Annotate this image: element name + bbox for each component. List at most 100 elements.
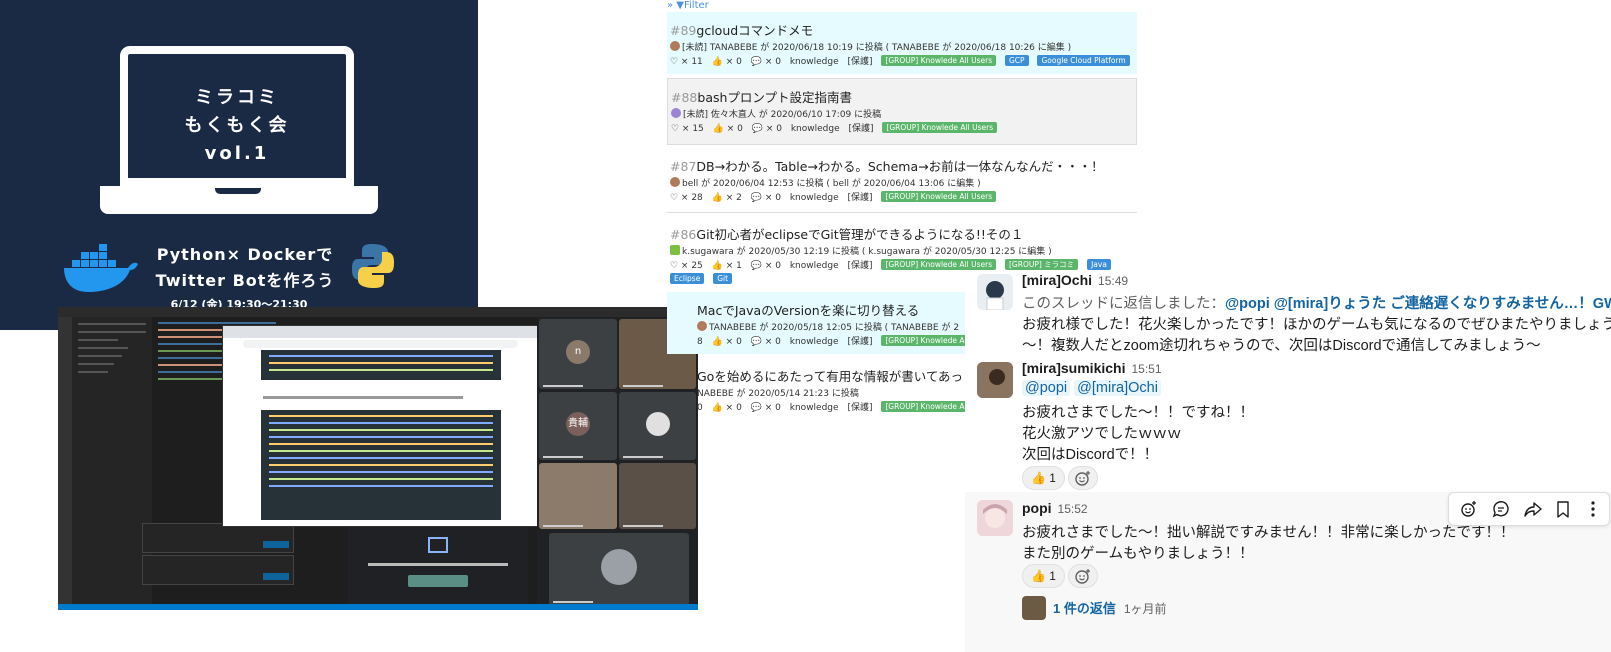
message-time[interactable]: 15:51 <box>1131 362 1161 376</box>
tag[interactable]: Google Cloud Platform <box>1037 55 1130 66</box>
group-tag[interactable]: [GROUP] Knowlede All Users <box>881 191 997 202</box>
post-number: #88 <box>671 90 698 105</box>
comment-count[interactable]: 💬 × 0 <box>751 261 781 271</box>
docker-icon <box>64 244 138 292</box>
participant-tile: 貴輔 <box>539 392 617 460</box>
tag[interactable]: Java <box>1087 259 1111 270</box>
post-number: #87 <box>670 159 697 174</box>
space-label: knowledge <box>789 193 839 203</box>
space-label: knowledge <box>789 403 839 413</box>
mention[interactable]: @[mira]Ochi <box>1074 380 1161 396</box>
comment-count[interactable]: 💬 × 0 <box>751 403 781 413</box>
post-title[interactable]: bashプロンプト設定指南書 <box>697 90 852 105</box>
message[interactable]: [mira]sumikichi 15:51 @popi @[mira]Ochi お疲… <box>965 358 1611 492</box>
participant-avatar: n <box>566 340 590 364</box>
message-time[interactable]: 15:52 <box>1058 502 1088 516</box>
mention[interactable]: @popi <box>1022 380 1071 396</box>
reaction-thumbsup[interactable]: 👍 1 <box>1022 466 1065 490</box>
more-actions-icon[interactable] <box>1583 499 1603 519</box>
tag[interactable]: GCP <box>1005 55 1029 66</box>
post-meta: k.sugawara が 2020/05/30 12:19 に投稿 ( k.su… <box>682 247 1052 257</box>
scope-label: [保護] <box>847 261 873 271</box>
post-meta: bell が 2020/06/04 12:53 に投稿 ( bell が 202… <box>682 179 981 189</box>
thread-reply-note[interactable]: このスレッドに返信しました：@popi @[mira]りょうた ご連絡遅くなりす… <box>1022 292 1611 313</box>
participant-avatar <box>645 412 670 436</box>
good-count[interactable]: 👍 × 2 <box>712 193 742 203</box>
like-count[interactable]: ♡ × 25 <box>670 261 703 271</box>
message-time[interactable]: 15:49 <box>1098 274 1128 288</box>
reaction-thumbsup[interactable]: 👍 1 <box>1022 564 1065 588</box>
tag[interactable]: Eclipse <box>670 273 705 284</box>
good-count[interactable]: 👍 × 0 <box>713 124 743 134</box>
author-avatar <box>670 177 680 187</box>
banner-title: ミラコミ もくもく会 vol.1 <box>184 87 290 164</box>
post-title[interactable]: Git初心者がeclipseでGit管理ができるようになる!!その１ <box>696 227 1023 242</box>
filter-link[interactable]: » ▼Filter <box>667 0 709 11</box>
participant-tile: n <box>539 319 617 389</box>
message-text: 〜！複数人だとzoom途切れちゃうので、次回はDiscordで通信してみましょう… <box>1022 338 1541 354</box>
comment-count[interactable]: 💬 × 0 <box>751 337 781 347</box>
post-item[interactable]: #88bashプロンプト設定指南書 [未読] 佐々木直人 が 2020/06/1… <box>667 78 1137 145</box>
scope-label: [保護] <box>847 193 873 203</box>
add-reaction-button[interactable] <box>1068 466 1098 490</box>
message[interactable]: [mira]Ochi 15:49 このスレッドに返信しました：@popi @[mi… <box>965 270 1611 358</box>
avatar[interactable] <box>977 362 1013 398</box>
banner-subtitle: Python× Dockerで Twitter Botを作ろう <box>155 245 335 290</box>
good-count[interactable]: 👍 × 1 <box>712 261 742 271</box>
tag[interactable]: Git <box>713 273 733 284</box>
vscode-notification <box>142 523 294 553</box>
like-count[interactable]: ♡ × 28 <box>670 193 703 203</box>
share-message-icon[interactable] <box>1523 499 1543 519</box>
author-avatar <box>670 245 680 255</box>
group-tag[interactable]: [GROUP] ミラコミ <box>1005 259 1079 270</box>
post-meta: [未読] TANABEBE が 2020/06/18 10:19 に投稿 ( T… <box>682 43 1072 53</box>
thread-participant-avatar[interactable] <box>1022 596 1046 620</box>
good-count[interactable]: 👍 × 0 <box>712 337 742 347</box>
like-count[interactable]: ♡ × 15 <box>671 124 704 134</box>
post-number: #86 <box>670 227 697 242</box>
vscode-notification <box>142 555 294 585</box>
message-text: 次回はDiscordで！！ <box>1022 447 1159 463</box>
like-count[interactable]: 8 <box>697 337 703 347</box>
group-tag[interactable]: [GROUP] Knowlede All Users <box>881 55 997 66</box>
good-count[interactable]: 👍 × 0 <box>712 57 742 67</box>
group-tag[interactable]: [GROUP] Knowlede All Users <box>882 122 998 133</box>
post-item[interactable]: #87DB→わかる。Table→わかる。Schema→お前は一体なんなんだ・・・… <box>667 148 1137 210</box>
comment-count[interactable]: 💬 × 0 <box>751 57 781 67</box>
laptop-illustration: ミラコミ もくもく会 vol.1 <box>120 46 354 186</box>
add-reaction-button[interactable] <box>1068 564 1098 588</box>
participant-video <box>539 463 617 529</box>
bookmark-icon[interactable] <box>1553 499 1573 519</box>
post-item[interactable]: #89gcloudコマンドメモ [未読] TANABEBE が 2020/06/… <box>667 12 1137 74</box>
python-icon <box>352 244 394 288</box>
like-count[interactable]: ♡ × 11 <box>670 57 703 67</box>
group-tag[interactable]: [GROUP] Knowlede All Users <box>881 259 997 270</box>
scope-label: [保護] <box>847 337 873 347</box>
meet-pin-notice <box>348 527 528 610</box>
comment-count[interactable]: 💬 × 0 <box>752 124 782 134</box>
avatar[interactable] <box>977 274 1013 310</box>
message-text: お疲れさまでした〜！！ですね！！ <box>1022 405 1254 421</box>
message-text: お疲れさまでした〜！拙い解説ですみません！！非常に楽しかったです！！ <box>1022 525 1515 541</box>
reply-in-thread-icon[interactable] <box>1491 499 1511 519</box>
scope-label: [保護] <box>848 124 874 134</box>
avatar[interactable] <box>977 500 1013 536</box>
post-number: #89 <box>670 23 697 38</box>
comment-count[interactable]: 💬 × 0 <box>751 193 781 203</box>
event-banner: ミラコミ もくもく会 vol.1 Python× Dockerで Twitter… <box>0 0 478 330</box>
message-text: また別のゲームもやりましょう！！ <box>1022 546 1254 562</box>
thread-replies-link[interactable]: 1 件の返信 1ヶ月前 <box>1053 598 1167 617</box>
unpin-button[interactable] <box>408 575 468 587</box>
post-title[interactable]: gcloudコマンドメモ <box>696 23 813 38</box>
vscode-activity-bar <box>58 317 72 610</box>
add-emoji-icon <box>1075 471 1090 486</box>
good-count[interactable]: 👍 × 0 <box>712 403 742 413</box>
participant-tile <box>549 533 689 605</box>
post-title[interactable]: DB→わかる。Table→わかる。Schema→お前は一体なんなんだ・・・！ <box>696 159 1103 174</box>
meet-participant-grid: n 貴輔 <box>537 317 698 610</box>
vscode-status-bar <box>58 604 698 610</box>
like-count[interactable]: 0 <box>697 403 703 413</box>
message-author: [mira]sumikichi 15:51 <box>1022 360 1162 376</box>
message-text: お疲れ様でした！花火楽しかったです！ほかのゲームも気になるのでぜひまたやりましょ… <box>1022 317 1611 333</box>
add-reaction-icon[interactable] <box>1459 499 1479 519</box>
